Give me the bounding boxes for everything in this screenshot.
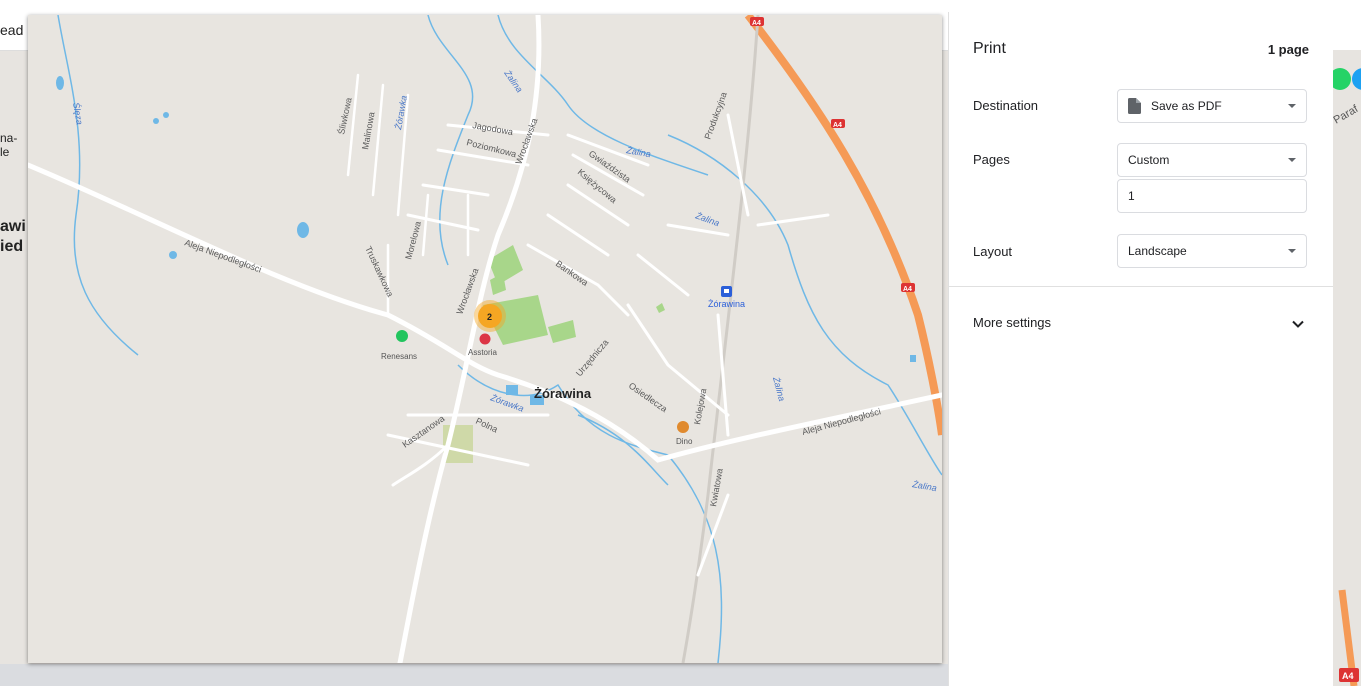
- background-map-strip: Paraf A4: [1332, 50, 1361, 686]
- poi-label: Renesans: [381, 352, 417, 361]
- destination-value: Save as PDF: [1151, 99, 1222, 113]
- town-label: Żórawina: [534, 386, 592, 401]
- map: Aleja Niepodległości Aleja Niepodległośc…: [28, 15, 942, 663]
- more-settings-toggle[interactable]: More settings: [973, 315, 1051, 330]
- highway-label: A4: [903, 286, 912, 293]
- custom-pages-input[interactable]: [1117, 179, 1307, 213]
- marker-cluster[interactable]: 2: [474, 300, 506, 332]
- station-label: Żórawina: [708, 299, 745, 309]
- layout-value: Landscape: [1128, 244, 1187, 258]
- poi-label: Dino: [676, 437, 693, 446]
- poi-label: Asstoria: [468, 348, 497, 357]
- highway-badge: A4: [1342, 671, 1354, 681]
- train-icon-window: [724, 289, 729, 293]
- dropdown-arrow-icon: [1288, 249, 1296, 253]
- poi-pin: [396, 330, 408, 342]
- dropdown-arrow-icon: [1288, 158, 1296, 162]
- print-preview-area: Aleja Niepodległości Aleja Niepodległośc…: [0, 0, 948, 686]
- destination-select[interactable]: Save as PDF: [1117, 89, 1307, 123]
- print-title: Print: [973, 40, 1006, 57]
- highway-label: A4: [752, 20, 761, 27]
- print-settings-panel: Print 1 page Destination Save as PDF Pag…: [948, 12, 1333, 686]
- pages-label: Pages: [973, 152, 1010, 167]
- document-icon: [1128, 98, 1141, 114]
- pages-value: Custom: [1128, 153, 1170, 167]
- dropdown-arrow-icon: [1288, 104, 1296, 108]
- page-count: 1 page: [1267, 42, 1309, 57]
- poi-pin: [479, 333, 491, 345]
- cluster-count: 2: [487, 312, 492, 322]
- chevron-down-icon[interactable]: [1291, 317, 1305, 331]
- destination-label: Destination: [973, 98, 1039, 113]
- background-text-fragment: Paraf: [1332, 103, 1361, 127]
- layout-select[interactable]: Landscape: [1117, 234, 1307, 268]
- pages-select[interactable]: Custom: [1117, 143, 1307, 177]
- poi-pin: [677, 421, 689, 433]
- layout-label: Layout: [973, 244, 1013, 259]
- panel-divider: [949, 286, 1333, 287]
- print-preview-page: Aleja Niepodległości Aleja Niepodległośc…: [28, 15, 942, 663]
- highway-label: A4: [833, 122, 842, 129]
